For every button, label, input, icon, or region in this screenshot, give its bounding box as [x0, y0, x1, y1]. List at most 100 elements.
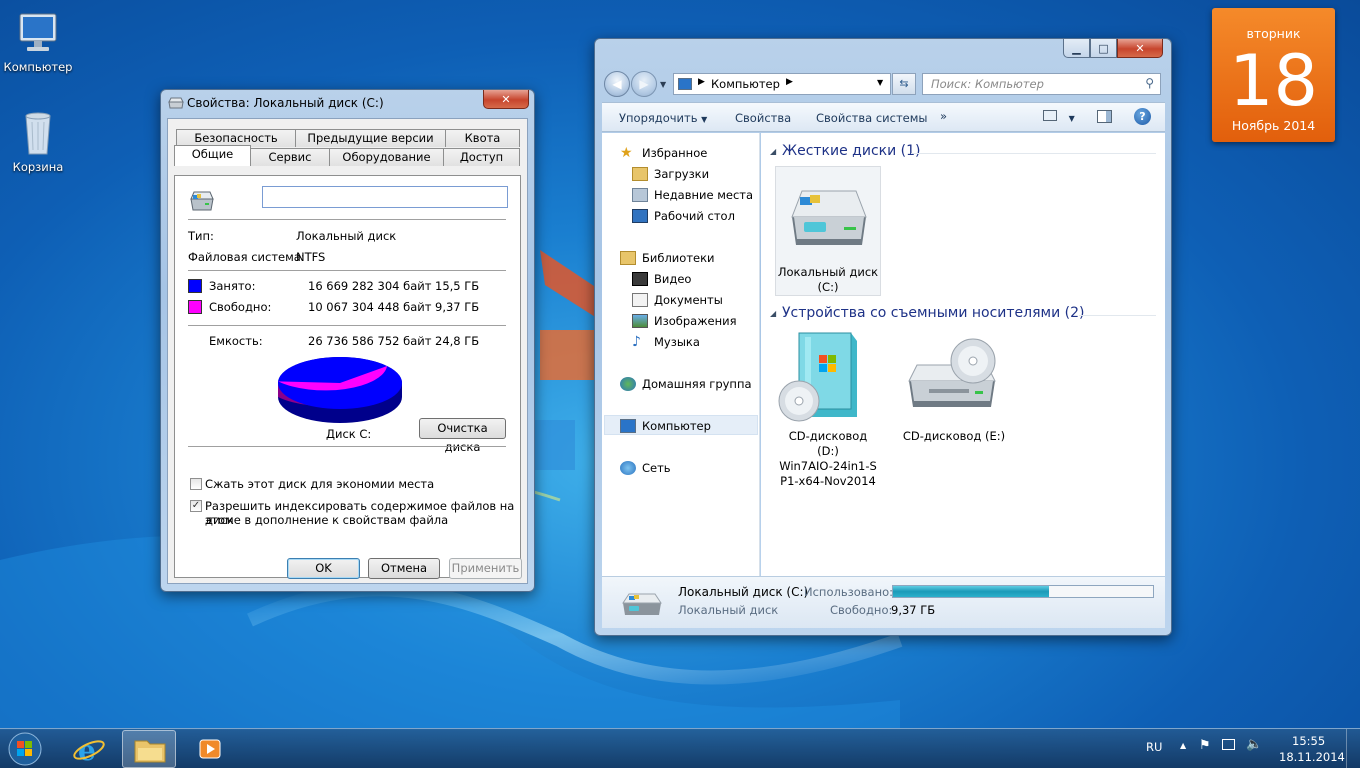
details-free-value: 9,37 ГБ — [891, 603, 936, 617]
network-icon — [1222, 739, 1235, 750]
refresh-button[interactable]: ⇆ — [892, 73, 916, 95]
nav-favorites[interactable]: ★ Избранное — [620, 146, 707, 160]
compress-checkbox[interactable] — [190, 478, 202, 490]
compress-label: Сжать этот диск для экономии места — [205, 477, 435, 491]
used-space-swatch — [188, 279, 202, 293]
cancel-button[interactable]: Отмена — [368, 558, 440, 579]
action-center-flag-icon[interactable]: ⚑ — [1199, 738, 1211, 753]
cd-drive-d-item[interactable]: CD-дисковод (D:) Win7AIO-24in1-S P1-x64-… — [775, 329, 881, 489]
disk-cleanup-button[interactable]: Очистка диска — [419, 418, 506, 454]
nav-desktop-label: Рабочий стол — [654, 209, 735, 223]
collapse-triangle-icon[interactable]: ◢ — [770, 309, 776, 318]
maximize-button[interactable]: □ — [1090, 39, 1117, 58]
tab-tools[interactable]: Сервис — [250, 148, 330, 166]
clock-time[interactable]: 15:55 — [1292, 734, 1325, 748]
local-disk-label-line1: Локальный диск — [777, 265, 879, 279]
nav-network[interactable]: Сеть — [620, 461, 671, 475]
nav-video[interactable]: Видео — [632, 272, 691, 286]
explorer-window: ▁ □ ✕ ◀ ▶ ▼ ▶ Компьютер ▶ ▼ ⇆ Поиск: Ком… — [594, 38, 1172, 636]
taskbar-internet-explorer[interactable]: e — [64, 730, 118, 768]
close-button[interactable]: ✕ — [483, 90, 529, 109]
tab-previous-versions[interactable]: Предыдущие версии — [295, 129, 446, 147]
tab-general[interactable]: Общие — [174, 145, 251, 166]
cd-drive-e-item[interactable]: CD-дисковод (E:) — [899, 329, 1009, 443]
nav-libraries-label: Библиотеки — [642, 251, 715, 265]
desktop-icon-recycle-bin[interactable]: Корзина — [0, 110, 76, 174]
details-usage-bar — [892, 585, 1154, 598]
forward-button[interactable]: ▶ — [631, 71, 657, 97]
recent-pages-dropdown-icon[interactable]: ▼ — [660, 80, 666, 89]
index-checkbox[interactable]: ✓ — [190, 500, 202, 512]
nav-recent-places[interactable]: Недавние места — [632, 188, 753, 202]
disk-usage-pie — [278, 357, 402, 423]
type-label: Тип: — [188, 229, 214, 243]
tab-hardware[interactable]: Оборудование — [329, 148, 444, 166]
collapse-triangle-icon[interactable]: ◢ — [770, 147, 776, 156]
preview-pane-button[interactable] — [1097, 110, 1112, 126]
nav-desktop[interactable]: Рабочий стол — [632, 209, 735, 223]
clock-date[interactable]: 18.11.2014 — [1279, 750, 1345, 764]
close-icon: ✕ — [1135, 41, 1145, 55]
breadcrumb-chevron-icon[interactable]: ▶ — [786, 77, 793, 87]
taskbar-explorer-active[interactable] — [122, 730, 176, 768]
minimize-button[interactable]: ▁ — [1063, 39, 1090, 58]
volume-name-input[interactable] — [262, 186, 508, 208]
language-indicator[interactable]: RU — [1146, 740, 1162, 754]
nav-computer[interactable]: Компьютер — [620, 419, 711, 433]
chevron-down-icon: ▼ — [701, 115, 708, 124]
nav-network-label: Сеть — [642, 461, 671, 475]
volume-icon[interactable]: 🔈 — [1246, 737, 1262, 752]
windows-orb-icon — [8, 732, 42, 766]
taskbar-media-player[interactable] — [182, 730, 236, 768]
breadcrumb-computer[interactable]: Компьютер — [711, 77, 780, 91]
search-box[interactable]: Поиск: Компьютер ⚲ — [922, 73, 1161, 95]
properties-dialog: Свойства: Локальный диск (C:) ✕ Безопасн… — [160, 89, 535, 592]
change-view-button[interactable]: ▼ — [1043, 110, 1075, 124]
free-bytes: 10 067 304 448 байт — [308, 300, 432, 314]
address-dropdown-icon[interactable]: ▼ — [877, 78, 883, 87]
nav-downloads[interactable]: Загрузки — [632, 167, 709, 181]
organize-button[interactable]: Упорядочить ▼ — [619, 111, 707, 125]
chevron-up-icon: ▲ — [1180, 741, 1187, 750]
tab-sharing[interactable]: Доступ — [443, 148, 520, 166]
calendar-weekday: вторник — [1246, 26, 1301, 41]
details-type: Локальный диск — [678, 603, 779, 617]
local-disk-c-item[interactable]: Локальный диск (C:) — [775, 166, 881, 296]
show-desktop-button[interactable] — [1346, 729, 1360, 768]
nav-documents[interactable]: Документы — [632, 293, 723, 307]
free-gb: 9,37 ГБ — [435, 300, 480, 314]
hard-disks-group-title[interactable]: Жесткие диски (1) — [782, 143, 920, 159]
calendar-gadget[interactable]: вторник 18 Ноябрь 2014 — [1212, 8, 1335, 142]
start-button[interactable] — [0, 730, 50, 768]
desktop-icon-label: Компьютер — [3, 60, 73, 74]
breadcrumb-separator-icon[interactable]: ▶ — [698, 77, 705, 87]
show-hidden-icons-button[interactable]: ▲ — [1180, 741, 1186, 750]
nav-libraries[interactable]: Библиотеки — [620, 251, 715, 265]
minimize-icon: ▁ — [1072, 41, 1081, 55]
tab-quota[interactable]: Квота — [445, 129, 520, 147]
computer-small-icon — [678, 78, 692, 90]
pictures-icon — [632, 314, 648, 328]
recent-places-icon — [632, 188, 648, 202]
group-divider — [1079, 315, 1156, 316]
system-properties-button[interactable]: Свойства системы — [816, 111, 927, 125]
back-button[interactable]: ◀ — [604, 71, 630, 97]
removable-group-title[interactable]: Устройства со съемными носителями (2) — [782, 305, 1084, 321]
address-bar[interactable]: ▶ Компьютер ▶ ▼ — [673, 73, 891, 95]
apply-button[interactable]: Применить — [449, 558, 522, 579]
close-button[interactable]: ✕ — [1117, 39, 1163, 58]
nav-homegroup[interactable]: Домашняя группа — [620, 377, 752, 391]
nav-pictures[interactable]: Изображения — [632, 314, 737, 328]
ok-button[interactable]: OK — [287, 558, 360, 579]
nav-music[interactable]: ♪ Музыка — [632, 335, 700, 349]
desktop-icon-computer[interactable]: Компьютер — [0, 10, 76, 74]
help-button[interactable]: ? — [1134, 108, 1151, 125]
content-pane: ◢ Жесткие диски (1) Локальный диск (C:) … — [761, 133, 1165, 576]
more-commands-button[interactable]: » — [940, 109, 947, 123]
properties-button[interactable]: Свойства — [735, 111, 791, 125]
separator — [188, 270, 506, 271]
free-space-swatch — [188, 300, 202, 314]
windows7-dvd-icon — [778, 332, 857, 422]
refresh-icon: ⇆ — [899, 77, 909, 90]
network-tray-icon[interactable] — [1222, 739, 1235, 753]
